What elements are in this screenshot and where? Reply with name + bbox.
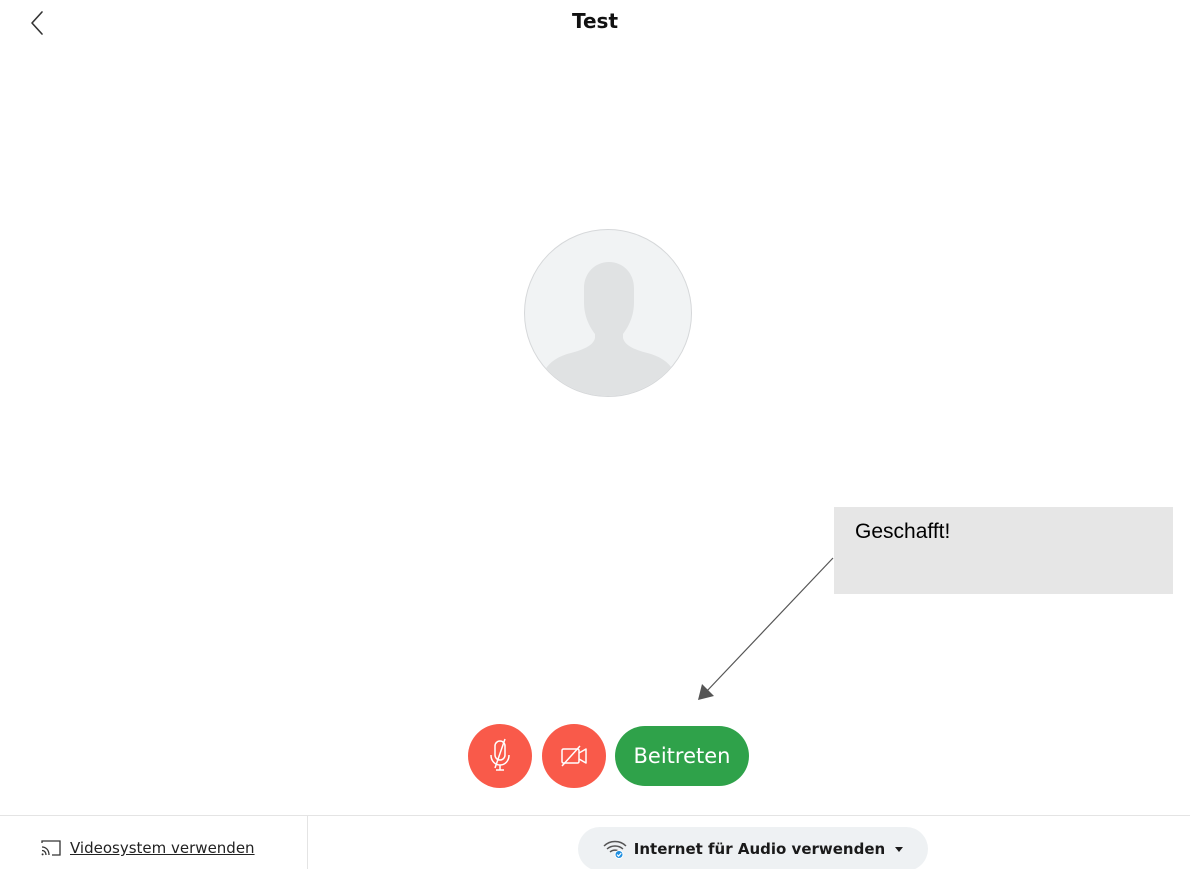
callout-box: Geschafft! — [834, 507, 1173, 594]
caret-down-icon — [895, 847, 904, 852]
audio-option-label: Internet für Audio verwenden — [633, 840, 886, 858]
page-title: Test — [571, 9, 618, 33]
wifi-icon — [603, 840, 627, 859]
audio-connection-dropdown[interactable]: Internet für Audio verwenden — [578, 827, 928, 869]
bottom-bar: Videosystem verwenden Internet für Audio… — [0, 815, 1190, 869]
cast-icon — [41, 840, 61, 856]
camera-off-icon — [561, 745, 587, 767]
callout-arrow — [698, 557, 834, 700]
video-system-label: Videosystem verwenden — [70, 839, 255, 857]
video-toggle-button[interactable] — [542, 724, 606, 788]
mute-button[interactable] — [468, 724, 532, 788]
video-system-link[interactable]: Videosystem verwenden — [40, 836, 255, 860]
person-silhouette-icon — [543, 262, 675, 396]
join-button[interactable]: Beitreten — [615, 726, 749, 786]
microphone-muted-icon — [490, 738, 510, 771]
pre-meeting-screen: Test Geschafft! Beitreten Videosystem ve… — [0, 0, 1190, 869]
avatar — [524, 229, 692, 397]
divider — [307, 816, 308, 869]
